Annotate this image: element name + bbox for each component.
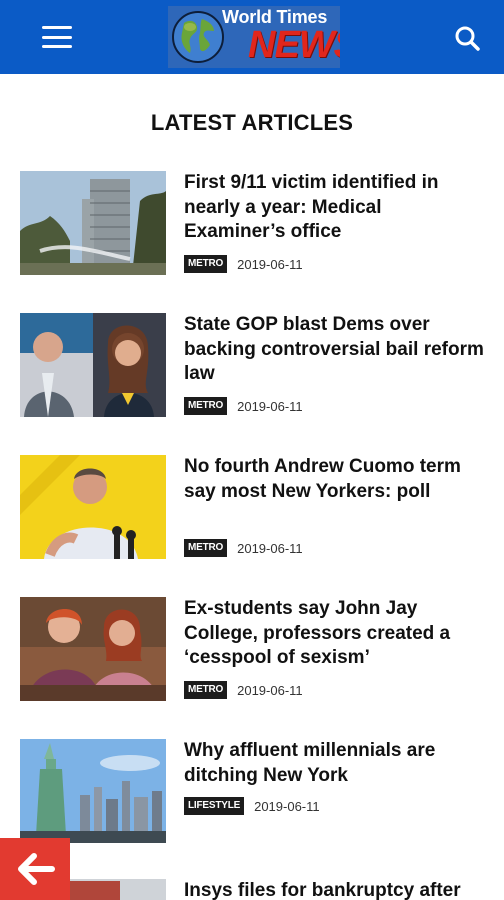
article-headline[interactable]: First 9/11 victim identified in nearly a… xyxy=(184,171,484,245)
hamburger-menu-icon[interactable] xyxy=(38,22,76,52)
article-headline[interactable]: State GOP blast Dems over backing contro… xyxy=(184,313,484,387)
search-icon[interactable] xyxy=(450,22,486,56)
back-button[interactable] xyxy=(0,838,70,900)
article-thumbnail[interactable] xyxy=(20,171,166,275)
app-logo[interactable]: World Times NEWS xyxy=(168,6,340,68)
section-title: LATEST ARTICLES xyxy=(150,110,354,135)
article-date: 2019-06-11 xyxy=(237,682,303,698)
article-headline[interactable]: Why affluent millennials are ditching Ne… xyxy=(184,739,484,788)
article-card[interactable]: Ex-students say John Jay College, profes… xyxy=(20,597,490,707)
article-thumbnail[interactable] xyxy=(20,313,166,417)
arrow-left-icon xyxy=(18,853,55,885)
article-date: 2019-06-11 xyxy=(254,798,320,814)
article-meta: METRO 2019-06-11 xyxy=(184,255,303,273)
category-badge[interactable]: LIFESTYLE xyxy=(184,797,245,815)
article-date: 2019-06-11 xyxy=(237,540,303,556)
article-date: 2019-06-11 xyxy=(237,398,303,414)
article-thumbnail[interactable] xyxy=(20,597,166,701)
category-badge[interactable]: METRO xyxy=(184,539,228,557)
article-card[interactable]: First 9/11 victim identified in nearly a… xyxy=(20,171,490,281)
category-badge[interactable]: METRO xyxy=(184,255,228,273)
category-badge[interactable]: METRO xyxy=(184,397,228,415)
article-date: 2019-06-11 xyxy=(237,256,303,272)
article-thumbnail[interactable] xyxy=(20,739,166,843)
article-headline[interactable]: Insys files for bankruptcy after xyxy=(184,879,484,900)
article-meta: METRO 2019-06-11 xyxy=(184,539,303,557)
logo-news-text: NEWS xyxy=(248,24,340,66)
article-card[interactable]: No fourth Andrew Cuomo term say most New… xyxy=(20,455,490,565)
top-app-bar: World Times NEWS xyxy=(0,0,504,74)
article-meta: METRO 2019-06-11 xyxy=(184,397,303,415)
article-card[interactable]: Why affluent millennials are ditching Ne… xyxy=(20,739,490,849)
article-thumbnail[interactable] xyxy=(20,455,166,559)
article-meta: LIFESTYLE 2019-06-11 xyxy=(184,797,320,815)
article-meta: METRO 2019-06-11 xyxy=(184,681,303,699)
article-headline[interactable]: Ex-students say John Jay College, profes… xyxy=(184,597,484,671)
globe-icon xyxy=(172,11,224,63)
category-badge[interactable]: METRO xyxy=(184,681,228,699)
article-headline[interactable]: No fourth Andrew Cuomo term say most New… xyxy=(184,455,484,504)
article-card[interactable]: State GOP blast Dems over backing contro… xyxy=(20,313,490,423)
article-card[interactable]: Insys files for bankruptcy after xyxy=(20,879,490,900)
